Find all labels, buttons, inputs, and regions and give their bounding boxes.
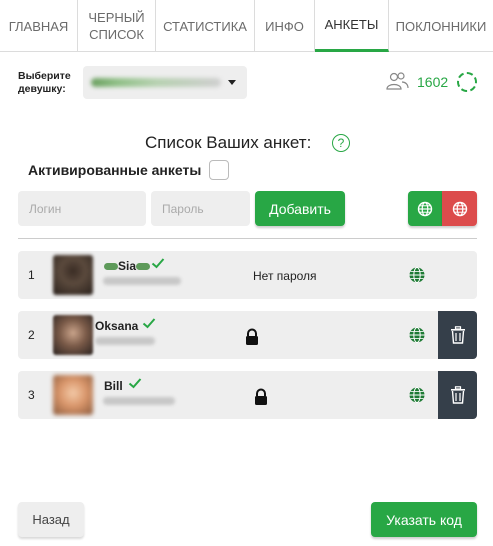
login-input[interactable]: [18, 191, 146, 226]
trash-icon: [450, 386, 465, 404]
tab-profiles[interactable]: АНКЕТЫ: [315, 0, 389, 52]
row-number: 2: [28, 328, 35, 342]
profile-row: 1 Sia Нет пароля: [18, 251, 477, 299]
globe-icon[interactable]: [408, 266, 426, 284]
tab-info[interactable]: ИНФО: [255, 0, 315, 52]
check-icon: [142, 318, 156, 329]
profile-id: [95, 337, 155, 345]
activated-profiles-label: Активированные анкеты: [28, 162, 202, 178]
lock-icon: [255, 388, 267, 405]
profile-row: 3 Bill: [18, 371, 477, 419]
password-input[interactable]: [151, 191, 250, 226]
section-title: Список Ваших анкет:: [145, 133, 312, 152]
chevron-down-icon: [228, 80, 236, 85]
enter-code-button[interactable]: Указать код: [371, 502, 477, 537]
globe-icon: [452, 201, 467, 216]
trash-icon: [450, 326, 465, 344]
tab-statistics[interactable]: СТАТИСТИКА: [156, 0, 255, 52]
avatar: [53, 315, 93, 355]
tab-main[interactable]: ГЛАВНАЯ: [0, 0, 78, 52]
enable-all-button[interactable]: [408, 191, 442, 226]
lock-icon: [246, 328, 258, 345]
no-password-label: Нет пароля: [253, 269, 317, 283]
girl-select[interactable]: [83, 66, 247, 99]
delete-button[interactable]: [438, 311, 477, 359]
girl-select-label: Выберите девушку:: [18, 70, 71, 95]
divider: [18, 238, 477, 239]
flag-icon: [104, 263, 118, 271]
profile-row: 2 Oksana: [18, 311, 477, 359]
check-icon: [128, 378, 142, 389]
check-icon: [151, 258, 165, 269]
profile-name: Oksana: [95, 319, 139, 333]
row-number: 3: [28, 388, 35, 402]
flag-icon: [136, 263, 151, 271]
disable-all-button[interactable]: [442, 191, 477, 226]
users-icon: [386, 72, 409, 90]
profile-name: Sia: [104, 259, 151, 273]
avatar: [53, 375, 93, 415]
row-number: 1: [28, 268, 35, 282]
refresh-icon[interactable]: [457, 72, 477, 92]
user-count: 1602: [417, 74, 449, 90]
selected-girl-value: [91, 78, 221, 87]
globe-icon[interactable]: [408, 326, 426, 344]
profile-name: Bill: [104, 379, 123, 393]
globe-icon: [417, 201, 433, 216]
add-button[interactable]: Добавить: [255, 191, 345, 226]
activated-profiles-checkbox[interactable]: [209, 160, 229, 180]
profile-id: [103, 277, 181, 285]
question-circle-icon[interactable]: ?: [332, 134, 350, 152]
avatar: [53, 255, 93, 295]
back-button[interactable]: Назад: [18, 502, 84, 537]
delete-button[interactable]: [438, 371, 477, 419]
tab-bar: ГЛАВНАЯ ЧЕРНЫЙ СПИСОК СТАТИСТИКА ИНФО АН…: [0, 0, 493, 52]
tab-blacklist[interactable]: ЧЕРНЫЙ СПИСОК: [78, 0, 156, 52]
tab-admirers[interactable]: ПОКЛОННИКИ: [389, 0, 493, 52]
profile-id: [103, 397, 175, 405]
globe-icon[interactable]: [408, 386, 426, 404]
